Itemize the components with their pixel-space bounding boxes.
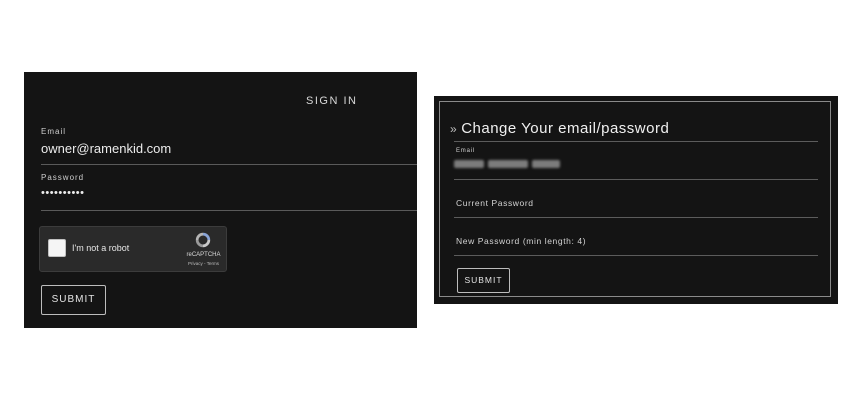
change-credentials-panel: » Change Your email/password Email Curren…	[434, 96, 838, 304]
change-email-field[interactable]	[454, 160, 566, 169]
signin-submit-button[interactable]: SUBMIT	[41, 285, 106, 315]
recaptcha-brand: reCAPTCHA	[186, 252, 221, 258]
signin-title[interactable]: SIGN IN	[306, 95, 357, 107]
email-label: Email	[41, 127, 67, 136]
heading-text: Change Your email/password	[461, 120, 670, 137]
current-password-field[interactable]: Current Password	[456, 198, 534, 208]
heading-divider	[454, 141, 818, 142]
double-chevron-right-icon: »	[450, 122, 458, 136]
password-underline	[41, 210, 417, 211]
new-password-divider	[454, 255, 818, 256]
new-password-field[interactable]: New Password (min length: 4)	[456, 236, 586, 246]
email-underline	[41, 164, 417, 165]
email-divider	[454, 179, 818, 180]
recaptcha-logo-icon	[195, 232, 211, 248]
current-password-divider	[454, 217, 818, 218]
recaptcha-widget: I'm not a robot reCAPTCHA Privacy - Term…	[39, 226, 227, 272]
password-field[interactable]: ••••••••••	[41, 187, 85, 199]
change-submit-button[interactable]: SUBMIT	[457, 268, 510, 293]
password-label: Password	[41, 173, 85, 182]
change-credentials-heading: » Change Your email/password	[450, 120, 669, 137]
page: SIGN IN Email owner@ramenkid.com Passwor…	[0, 0, 860, 399]
signin-panel: SIGN IN Email owner@ramenkid.com Passwor…	[24, 72, 417, 328]
change-email-label: Email	[456, 148, 476, 154]
recaptcha-label: I'm not a robot	[72, 243, 130, 253]
recaptcha-links[interactable]: Privacy - Terms	[181, 261, 226, 266]
email-field[interactable]: owner@ramenkid.com	[41, 141, 171, 156]
recaptcha-checkbox[interactable]	[48, 239, 66, 257]
